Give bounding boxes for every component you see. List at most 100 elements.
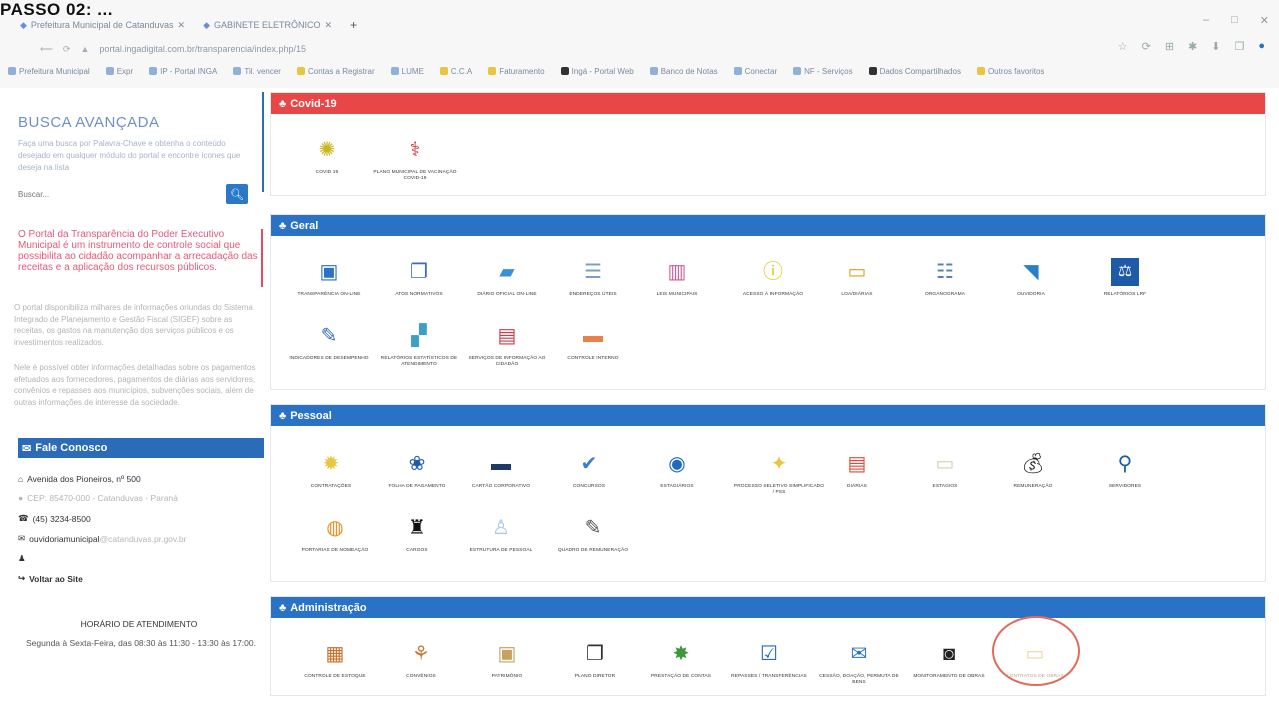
tile-folha-pagamento[interactable]: ❀ FOLHA DE PAGAMENTO [371, 450, 463, 502]
tile-acesso-informacao[interactable]: ⓘ ACESSO À INFORMAÇÃO [727, 258, 819, 310]
tile-estrutura-pessoal[interactable]: ♙ ESTRUTURA DE PESSOAL [455, 514, 547, 566]
tile-transparencia-online[interactable]: ▣ TRANSPARÊNCIA ON-LINE [283, 258, 375, 310]
tile-prestacao-contas[interactable]: ✸ PRESTAÇÃO DE CONTAS [635, 640, 727, 692]
tile-diario-oficial[interactable]: ▰ DIÁRIO OFICIAL ON-LINE [461, 258, 553, 310]
bookmark[interactable]: Expr [105, 67, 133, 76]
tile-remuneracao[interactable]: 💰︎ REMUNERAÇÃO [987, 450, 1079, 502]
documents-icon: ❐ [410, 261, 428, 283]
minimize-button[interactable]: – [1203, 14, 1209, 27]
puzzle-icon[interactable]: ✱ [1188, 40, 1197, 53]
tile-covid-19[interactable]: ✺ COVID 19 [281, 136, 373, 188]
tab-gabinete[interactable]: ◆ GABINETE ELETRÔNICO ✕ [203, 20, 332, 31]
tab-prefeitura[interactable]: ◆ Prefeitura Municipal de Catanduvas ✕ [20, 20, 185, 31]
bookmark[interactable]: C.C.A [439, 67, 472, 76]
tile-quadro-remuneracao[interactable]: ✎ QUADRO DE REMUNERAÇÃO [547, 514, 639, 566]
url-text[interactable]: portal.ingadigital.com.br/transparencia/… [99, 44, 306, 54]
section-header: ♣ Administração [271, 597, 1265, 618]
tile-ouvidoria[interactable]: ◥ OUVIDORIA [985, 258, 1077, 310]
bookmark[interactable]: Conectar [733, 67, 777, 76]
window-controls: – □ ✕ [1203, 14, 1269, 27]
bookmark[interactable]: Banco de Notas [649, 67, 718, 76]
tile-estagios[interactable]: ▭ ESTAGIOS [899, 450, 991, 502]
tile-indicadores[interactable]: ✎ INDICADORES DE DESEMPENHO [283, 322, 375, 374]
reload-icon[interactable]: ⟳ [63, 44, 71, 55]
tile-loa-diarias[interactable]: ▭ LOA/DIÁRIAS [811, 258, 903, 310]
tile-controle-estoque[interactable]: ▦ CONTROLE DE ESTOQUE [289, 640, 381, 692]
maximize-button[interactable]: □ [1231, 14, 1238, 27]
tile-cargos[interactable]: ♜ CARGOS [371, 514, 463, 566]
bookmark[interactable]: Ingá - Portal Web [560, 67, 634, 76]
portal-paragraph: O portal disponibiliza milhares de infor… [14, 303, 253, 347]
bookmark[interactable]: Contas a Registrar [296, 67, 375, 76]
camera-icon: ◙ [942, 643, 956, 665]
search-icon: 🔍︎ [230, 188, 244, 201]
tile-servidores[interactable]: ⚲ SERVIDORES [1079, 450, 1171, 502]
bookmark-icon [390, 67, 399, 75]
tile-cessao-doacao[interactable]: ✉ CESSÃO, DOAÇÃO, PERMUTA DE BENS [813, 640, 905, 692]
search-input[interactable] [18, 184, 216, 204]
star-icon[interactable]: ☆ [1118, 40, 1128, 53]
personnel-icon: ♙ [492, 517, 510, 539]
back-to-site-link[interactable]: ↪ Voltar ao Site [18, 573, 83, 584]
bookmark[interactable]: LUME [390, 67, 424, 76]
building-icon: ⌂ [18, 474, 24, 484]
tile-patrimonio[interactable]: ▣ PATRIMÔNIO [461, 640, 553, 692]
tile-relatorios-lrf[interactable]: ⚖ RELATÓRIOS LRF [1079, 258, 1171, 310]
tile-plano-diretor[interactable]: ❐ PLANO DIRETOR [549, 640, 641, 692]
bookmark[interactable]: NF - Serviços [793, 67, 853, 76]
close-window-button[interactable]: ✕ [1260, 14, 1269, 27]
tab-strip: ◆ Prefeitura Municipal de Catanduvas ✕ ◆ GA… [0, 14, 1279, 36]
hours-text: Segunda à Sexta-Feira, das 08:30 às 11:3… [26, 638, 256, 648]
control-icon: ▬ [583, 325, 603, 347]
tile-enderecos-uteis[interactable]: ☰ ENDEREÇOS ÚTEIS [547, 258, 639, 310]
transfer-icon: ☑ [760, 643, 778, 665]
tile-vaccination-plan[interactable]: ⚕ Plano Municipal de Vacinação COVID-19 [369, 136, 461, 188]
checkmark-icon: ✔ [580, 453, 598, 475]
profile-avatar[interactable]: ● [1258, 40, 1265, 53]
intern-icon: ▭ [935, 453, 955, 475]
donation-icon: ✉ [850, 643, 868, 665]
mail-icon: ✉ [18, 533, 26, 543]
tile-servicos-informacao[interactable]: ▤ SERVIÇOS DE INFORMAÇÃO AO CIDADÃO [461, 322, 553, 374]
tile-leis-municipais[interactable]: ▥ LEIS MUNICIPAIS [631, 258, 723, 310]
contact-email[interactable]: ✉ ouvidoriamunicipal @catanduvas.pr.gov.br [18, 533, 186, 544]
bookmark[interactable]: Outros favoritos [976, 67, 1044, 76]
credit-card-icon: ▬ [491, 453, 511, 475]
bookmark[interactable]: Faturamento [488, 67, 545, 76]
bookmark-icon [296, 67, 305, 75]
tile-organograma[interactable]: ☷ ORGANOGRAMA [899, 258, 991, 310]
lock-icon: ▲ [80, 44, 90, 54]
people-search-icon: ⚲ [1117, 453, 1133, 475]
sitemap-icon: ♣ [279, 219, 287, 232]
new-tab-button[interactable]: + [350, 18, 357, 32]
bookmark[interactable]: IP - Portal INGA [149, 67, 217, 76]
tile-relatorios-estatisticos[interactable]: ▞ RELATÓRIOS ESTATÍSTICOS DE ATENDIMENTO [373, 322, 465, 374]
tile-contratacoes[interactable]: ✹ CONTRATAÇÕES [285, 450, 377, 502]
section-header: ♣ Pessoal [271, 405, 1265, 426]
tile-portarias-nomeacao[interactable]: ◍ PORTARIAS DE NOMEAÇÃO [289, 514, 381, 566]
window-icon[interactable]: ❐ [1234, 40, 1244, 53]
open-book-icon: ▭ [847, 261, 867, 283]
bookmark[interactable]: Prefeitura Municipal [8, 67, 90, 76]
refresh-extension-icon[interactable]: ⟳ [1142, 40, 1151, 53]
tile-convenios[interactable]: ⚘ CONVÊNIOS [375, 640, 467, 692]
tab-close-icon[interactable]: ✕ [178, 20, 186, 31]
advanced-search-title: BUSCA AVANÇADA [18, 114, 160, 131]
tile-diarias[interactable]: ▤ DIÁRIAS [811, 450, 903, 502]
bookmark[interactable]: Dados Compartilhados [868, 67, 961, 76]
tab-close-icon[interactable]: ✕ [325, 20, 333, 31]
download-icon[interactable]: ⬇ [1211, 40, 1220, 53]
bookmark[interactable]: Til. vencer [233, 67, 281, 76]
back-icon[interactable]: ⟵ [40, 44, 53, 55]
tile-controle-interno[interactable]: ▬ CONTROLE INTERNO [547, 322, 639, 374]
tile-concursos[interactable]: ✔ CONCURSOS [543, 450, 635, 502]
tile-cartao-corporativo[interactable]: ▬ CARTÃO CORPORATIVO [455, 450, 547, 502]
user-icon: ♟ [18, 553, 26, 563]
search-button[interactable]: 🔍︎ [226, 184, 248, 204]
extension-icon[interactable]: ⊞ [1165, 40, 1174, 53]
tile-atos-normativos[interactable]: ❐ ATOS NORMATIVOS [373, 258, 465, 310]
tile-repasses[interactable]: ☑ REPASSES / TRANSFERÊNCIAS [723, 640, 815, 692]
tile-monitoramento-obras[interactable]: ◙ MONITORAMENTO DE OBRAS [903, 640, 995, 692]
address-bar[interactable]: ⟵ ⟳ ▲ portal.ingadigital.com.br/transpar… [0, 38, 1279, 60]
tile-estagiarios[interactable]: ◉ ESTAGIÁRIOS [631, 450, 723, 502]
